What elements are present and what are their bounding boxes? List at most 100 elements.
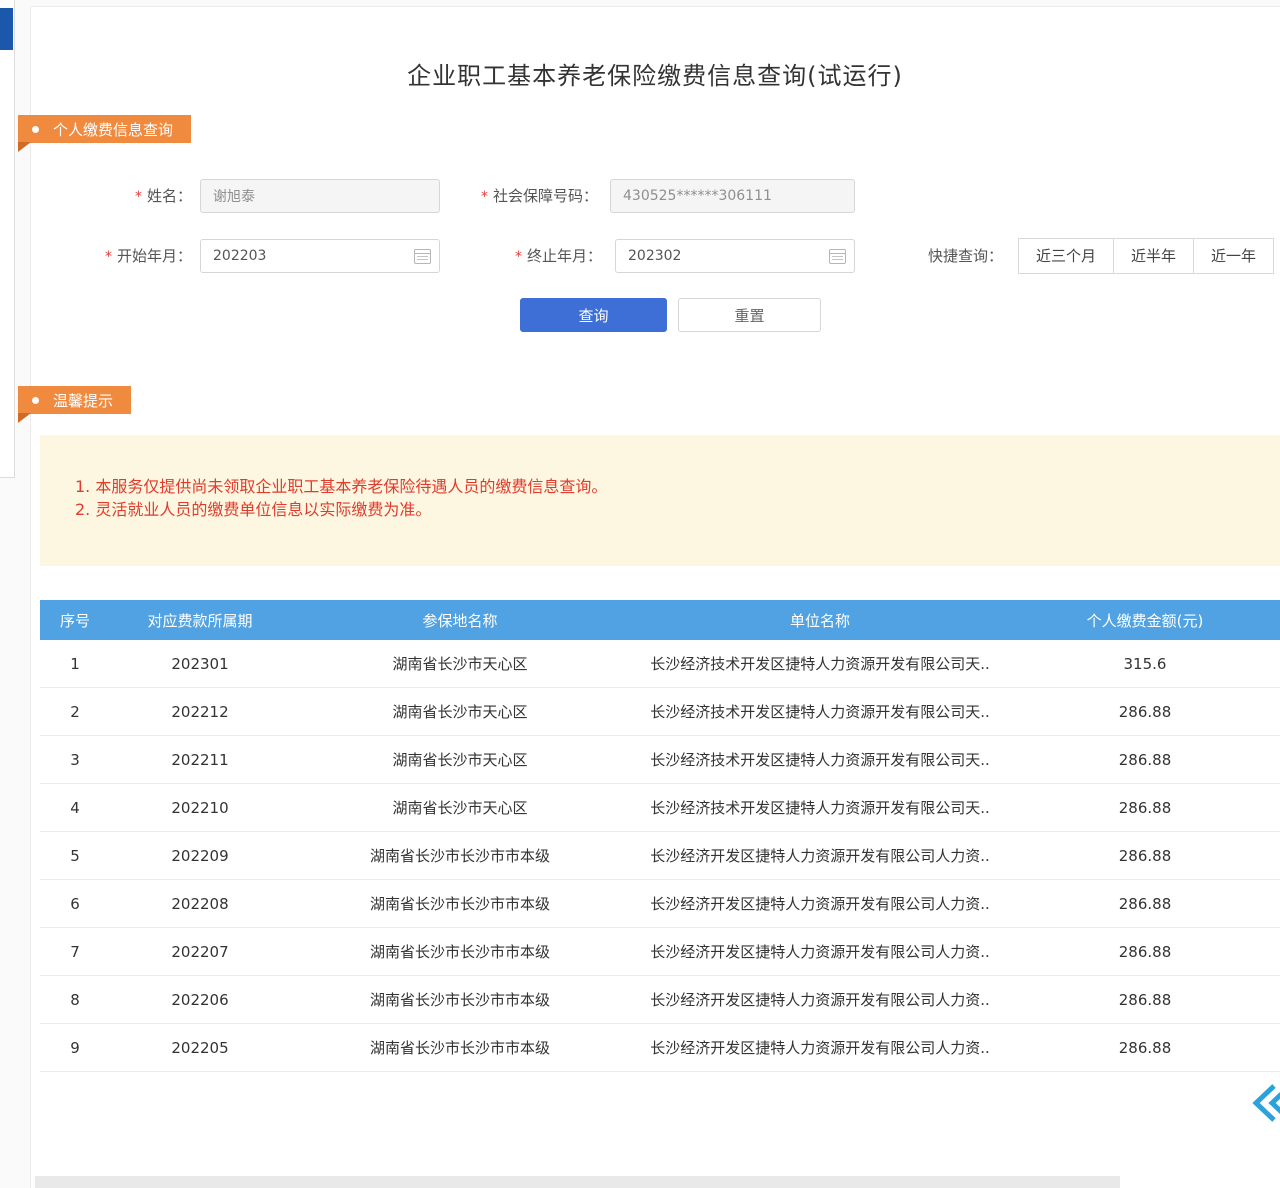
cell-company: 长沙经济开发区捷特人力资源开发有限公司人力资.. bbox=[630, 989, 1010, 1010]
ssn-field[interactable] bbox=[610, 179, 855, 213]
section-badge-tips: 温馨提示 bbox=[18, 386, 131, 414]
notice-box: 1. 本服务仅提供尚未领取企业职工基本养老保险待遇人员的缴费信息查询。 2. 灵… bbox=[40, 435, 1280, 566]
name-field[interactable] bbox=[200, 179, 440, 213]
cell-period: 202207 bbox=[110, 943, 290, 961]
cell-period: 202208 bbox=[110, 895, 290, 913]
quick-query-group: 近三个月 近半年 近一年 bbox=[1018, 238, 1274, 274]
cell-area: 湖南省长沙市天心区 bbox=[290, 701, 630, 722]
cell-amount: 315.6 bbox=[1010, 655, 1280, 673]
table-row: 2 202212 湖南省长沙市天心区 长沙经济技术开发区捷特人力资源开发有限公司… bbox=[40, 688, 1280, 736]
quick-query-label: 快捷查询： bbox=[928, 239, 1003, 273]
table-body: 1 202301 湖南省长沙市天心区 长沙经济技术开发区捷特人力资源开发有限公司… bbox=[40, 640, 1280, 1072]
cell-company: 长沙经济技术开发区捷特人力资源开发有限公司天.. bbox=[630, 749, 1010, 770]
quick-btn-last-3-months[interactable]: 近三个月 bbox=[1018, 238, 1114, 274]
table-row: 9 202205 湖南省长沙市长沙市市本级 长沙经济开发区捷特人力资源开发有限公… bbox=[40, 1024, 1280, 1072]
ssn-label: *社会保障号码： bbox=[455, 179, 598, 213]
required-asterisk: * bbox=[481, 189, 488, 205]
bullet-icon bbox=[32, 397, 39, 404]
cell-area: 湖南省长沙市天心区 bbox=[290, 653, 630, 674]
cell-period: 202210 bbox=[110, 799, 290, 817]
end-month-label: *终止年月： bbox=[495, 239, 602, 273]
cell-amount: 286.88 bbox=[1010, 799, 1280, 817]
page-title: 企业职工基本养老保险缴费信息查询(试运行) bbox=[30, 56, 1280, 91]
end-month-field[interactable] bbox=[615, 239, 855, 273]
cell-amount: 286.88 bbox=[1010, 847, 1280, 865]
required-asterisk: * bbox=[105, 249, 112, 265]
cell-area: 湖南省长沙市长沙市市本级 bbox=[290, 893, 630, 914]
cell-company: 长沙经济技术开发区捷特人力资源开发有限公司天.. bbox=[630, 653, 1010, 674]
cell-amount: 286.88 bbox=[1010, 991, 1280, 1009]
cell-amount: 286.88 bbox=[1010, 703, 1280, 721]
query-button[interactable]: 查询 bbox=[520, 298, 667, 332]
table-row: 5 202209 湖南省长沙市长沙市市本级 长沙经济开发区捷特人力资源开发有限公… bbox=[40, 832, 1280, 880]
bullet-icon bbox=[32, 126, 39, 133]
cell-seq: 7 bbox=[40, 943, 110, 961]
cell-period: 202205 bbox=[110, 1039, 290, 1057]
col-header-area: 参保地名称 bbox=[290, 610, 630, 631]
reset-button[interactable]: 重置 bbox=[678, 298, 821, 332]
cell-area: 湖南省长沙市天心区 bbox=[290, 749, 630, 770]
col-header-amount: 个人缴费金额(元) bbox=[1010, 610, 1280, 631]
quick-btn-last-half-year[interactable]: 近半年 bbox=[1113, 238, 1194, 274]
start-month-field[interactable] bbox=[200, 239, 440, 273]
col-header-seq: 序号 bbox=[40, 610, 110, 631]
cell-amount: 286.88 bbox=[1010, 1039, 1280, 1057]
cell-company: 长沙经济开发区捷特人力资源开发有限公司人力资.. bbox=[630, 845, 1010, 866]
cell-seq: 2 bbox=[40, 703, 110, 721]
end-month-wrap bbox=[615, 239, 855, 273]
notice-line: 1. 本服务仅提供尚未领取企业职工基本养老保险待遇人员的缴费信息查询。 bbox=[75, 475, 1280, 498]
start-month-label: *开始年月： bbox=[80, 239, 192, 273]
cell-period: 202212 bbox=[110, 703, 290, 721]
collapse-double-chevron-icon[interactable] bbox=[1250, 1080, 1280, 1126]
required-asterisk: * bbox=[515, 249, 522, 265]
col-header-company: 单位名称 bbox=[630, 610, 1010, 631]
table-row: 3 202211 湖南省长沙市天心区 长沙经济技术开发区捷特人力资源开发有限公司… bbox=[40, 736, 1280, 784]
cell-company: 长沙经济开发区捷特人力资源开发有限公司人力资.. bbox=[630, 1037, 1010, 1058]
cell-area: 湖南省长沙市长沙市市本级 bbox=[290, 941, 630, 962]
cell-seq: 1 bbox=[40, 655, 110, 673]
cell-seq: 3 bbox=[40, 751, 110, 769]
cell-area: 湖南省长沙市长沙市市本级 bbox=[290, 1037, 630, 1058]
cell-seq: 9 bbox=[40, 1039, 110, 1057]
cell-period: 202206 bbox=[110, 991, 290, 1009]
table-row: 7 202207 湖南省长沙市长沙市市本级 长沙经济开发区捷特人力资源开发有限公… bbox=[40, 928, 1280, 976]
required-asterisk: * bbox=[135, 189, 142, 205]
cell-seq: 8 bbox=[40, 991, 110, 1009]
cell-period: 202301 bbox=[110, 655, 290, 673]
cell-seq: 4 bbox=[40, 799, 110, 817]
cell-amount: 286.88 bbox=[1010, 943, 1280, 961]
notice-line: 2. 灵活就业人员的缴费单位信息以实际缴费为准。 bbox=[75, 498, 1280, 521]
footer-strip bbox=[35, 1176, 1120, 1188]
cell-company: 长沙经济技术开发区捷特人力资源开发有限公司天.. bbox=[630, 701, 1010, 722]
cell-seq: 5 bbox=[40, 847, 110, 865]
section-badge-personal-payment-query: 个人缴费信息查询 bbox=[18, 115, 191, 143]
sidebar-collapsed-tab[interactable] bbox=[0, 8, 13, 50]
cell-company: 长沙经济技术开发区捷特人力资源开发有限公司天.. bbox=[630, 797, 1010, 818]
table-row: 6 202208 湖南省长沙市长沙市市本级 长沙经济开发区捷特人力资源开发有限公… bbox=[40, 880, 1280, 928]
cell-area: 湖南省长沙市长沙市市本级 bbox=[290, 989, 630, 1010]
col-header-period: 对应费款所属期 bbox=[110, 610, 290, 631]
calendar-icon[interactable] bbox=[414, 249, 431, 264]
table-row: 4 202210 湖南省长沙市天心区 长沙经济技术开发区捷特人力资源开发有限公司… bbox=[40, 784, 1280, 832]
start-month-wrap bbox=[200, 239, 440, 273]
section-badge-label: 个人缴费信息查询 bbox=[53, 119, 173, 140]
cell-company: 长沙经济开发区捷特人力资源开发有限公司人力资.. bbox=[630, 941, 1010, 962]
cell-area: 湖南省长沙市天心区 bbox=[290, 797, 630, 818]
cell-company: 长沙经济开发区捷特人力资源开发有限公司人力资.. bbox=[630, 893, 1010, 914]
table-row: 1 202301 湖南省长沙市天心区 长沙经济技术开发区捷特人力资源开发有限公司… bbox=[40, 640, 1280, 688]
cell-period: 202209 bbox=[110, 847, 290, 865]
page: 企业职工基本养老保险缴费信息查询(试运行) 个人缴费信息查询 *姓名： *社会保… bbox=[0, 0, 1280, 1188]
cell-amount: 286.88 bbox=[1010, 751, 1280, 769]
table-header-row: 序号 对应费款所属期 参保地名称 单位名称 个人缴费金额(元) bbox=[40, 600, 1280, 640]
cell-area: 湖南省长沙市长沙市市本级 bbox=[290, 845, 630, 866]
left-sidebar-panel bbox=[0, 0, 15, 478]
cell-period: 202211 bbox=[110, 751, 290, 769]
cell-seq: 6 bbox=[40, 895, 110, 913]
table-row: 8 202206 湖南省长沙市长沙市市本级 长沙经济开发区捷特人力资源开发有限公… bbox=[40, 976, 1280, 1024]
name-label: *姓名： bbox=[90, 179, 192, 213]
section-badge-label: 温馨提示 bbox=[53, 390, 113, 411]
results-table: 序号 对应费款所属期 参保地名称 单位名称 个人缴费金额(元) 1 202301… bbox=[40, 600, 1280, 1072]
cell-amount: 286.88 bbox=[1010, 895, 1280, 913]
quick-btn-last-year[interactable]: 近一年 bbox=[1193, 238, 1274, 274]
calendar-icon[interactable] bbox=[829, 249, 846, 264]
